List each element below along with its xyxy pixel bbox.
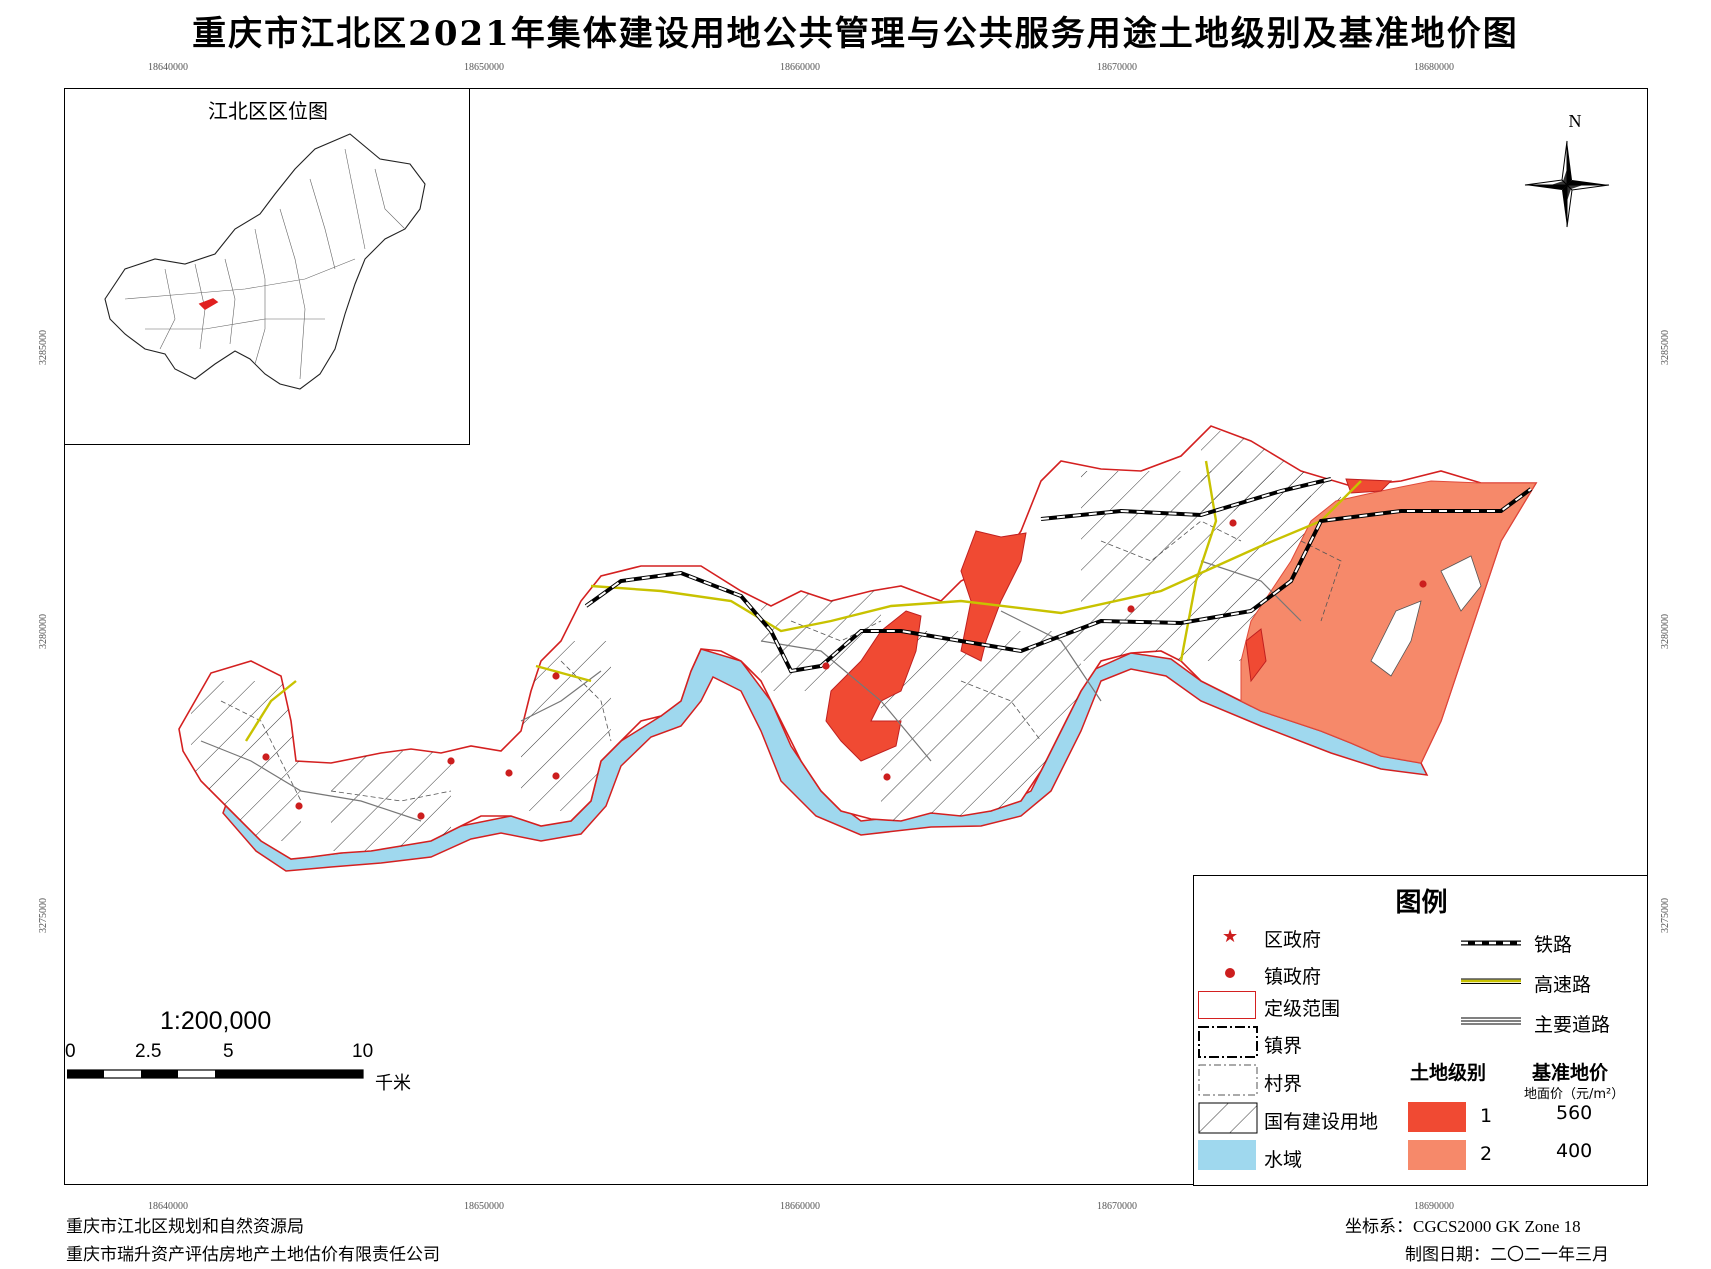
map-title: 重庆市江北区2021年集体建设用地公共管理与公共服务用途土地级别及基准地价图 xyxy=(192,14,1519,54)
legend: 图例 ★ 区政府 镇政府 定级范围 镇界 村界 国有建设用地 水域 铁路 高速路… xyxy=(1193,875,1648,1186)
coord-left-1: 3285000 xyxy=(38,330,49,365)
legend-label-town-gov: 镇政府 xyxy=(1264,966,1322,988)
footer-org-2: 重庆市瑞升资产评估房地产土地估价有限责任公司 xyxy=(66,1245,440,1265)
grade-1-price: 560 xyxy=(1556,1102,1593,1124)
scale-bar xyxy=(67,1069,364,1079)
coord-bottom-4: 18670000 xyxy=(1097,1201,1137,1212)
north-label: N xyxy=(1568,111,1582,131)
coord-top-5: 18680000 xyxy=(1414,62,1454,73)
scale-tick-0: 0 xyxy=(65,1041,76,1062)
scale-tick-5: 5 xyxy=(223,1041,234,1062)
legend-label-district-gov: 区政府 xyxy=(1264,929,1322,951)
coord-right-3: 3275000 xyxy=(1660,898,1671,933)
legend-label-town-border: 镇界 xyxy=(1264,1035,1303,1057)
coord-bottom-3: 18660000 xyxy=(780,1201,820,1212)
grade-2-label: 2 xyxy=(1480,1143,1493,1165)
star-icon: ★ xyxy=(1222,926,1239,947)
grade-2-price: 400 xyxy=(1556,1140,1593,1162)
coord-right-2: 3280000 xyxy=(1660,614,1671,649)
legend-label-main-road: 主要道路 xyxy=(1534,1014,1611,1036)
grading-range-swatch xyxy=(1198,991,1256,1019)
legend-price-header: 基准地价 xyxy=(1532,1062,1609,1084)
grade-1-label: 1 xyxy=(1480,1105,1493,1127)
grade-1-swatch xyxy=(1408,1102,1466,1132)
coord-top-3: 18660000 xyxy=(780,62,820,73)
dot-icon xyxy=(1225,968,1235,978)
state-owned-swatch xyxy=(1198,1102,1258,1134)
state-owned-land xyxy=(191,431,1341,851)
location-inset: 江北区区位图 xyxy=(64,88,470,445)
legend-grade-header: 土地级别 xyxy=(1410,1062,1487,1084)
coord-top-1: 18640000 xyxy=(148,62,188,73)
map-frame: N 江北区区位图 1:200,000 0 2.5 5 10 千米 图例 ★ 区政… xyxy=(64,88,1648,1186)
coord-top-4: 18670000 xyxy=(1097,62,1137,73)
coord-top-2: 18650000 xyxy=(464,62,504,73)
legend-label-village-border: 村界 xyxy=(1264,1073,1303,1095)
legend-price-unit: 地面价（元/m²） xyxy=(1524,1087,1625,1102)
chongqing-outline xyxy=(104,133,426,390)
scale-tick-10: 10 xyxy=(352,1041,374,1062)
legend-label-grading-range: 定级范围 xyxy=(1264,998,1341,1020)
legend-title: 图例 xyxy=(1395,888,1448,918)
water-swatch xyxy=(1198,1140,1256,1170)
inset-map xyxy=(104,133,426,390)
coord-bottom-5: 18690000 xyxy=(1414,1201,1454,1212)
legend-label-state-owned: 国有建设用地 xyxy=(1264,1111,1379,1133)
highway-swatch xyxy=(1461,978,1521,984)
railway-swatch xyxy=(1461,940,1521,946)
coord-right-1: 3285000 xyxy=(1660,330,1671,365)
coord-bottom-1: 18640000 xyxy=(148,1201,188,1212)
legend-label-water: 水域 xyxy=(1264,1149,1303,1171)
footer-org-1: 重庆市江北区规划和自然资源局 xyxy=(66,1217,304,1237)
north-arrow-icon xyxy=(1524,140,1610,228)
coord-left-2: 3280000 xyxy=(38,614,49,649)
village-border-swatch xyxy=(1198,1064,1258,1096)
scale-unit: 千米 xyxy=(375,1073,411,1093)
footer-crs: 坐标系：CGCS2000 GK Zone 18 xyxy=(1345,1217,1581,1236)
legend-label-highway: 高速路 xyxy=(1534,974,1592,996)
coord-left-3: 3275000 xyxy=(38,898,49,933)
legend-label-railway: 铁路 xyxy=(1534,934,1573,956)
scale-ratio: 1:200,000 xyxy=(160,1007,272,1035)
main-road-swatch xyxy=(1461,1017,1521,1025)
scale-tick-2-5: 2.5 xyxy=(135,1041,162,1062)
footer-date: 制图日期：二〇二一年三月 xyxy=(1405,1245,1609,1265)
town-border-swatch xyxy=(1198,1026,1258,1058)
coord-bottom-2: 18650000 xyxy=(464,1201,504,1212)
grade-2-swatch xyxy=(1408,1140,1466,1170)
